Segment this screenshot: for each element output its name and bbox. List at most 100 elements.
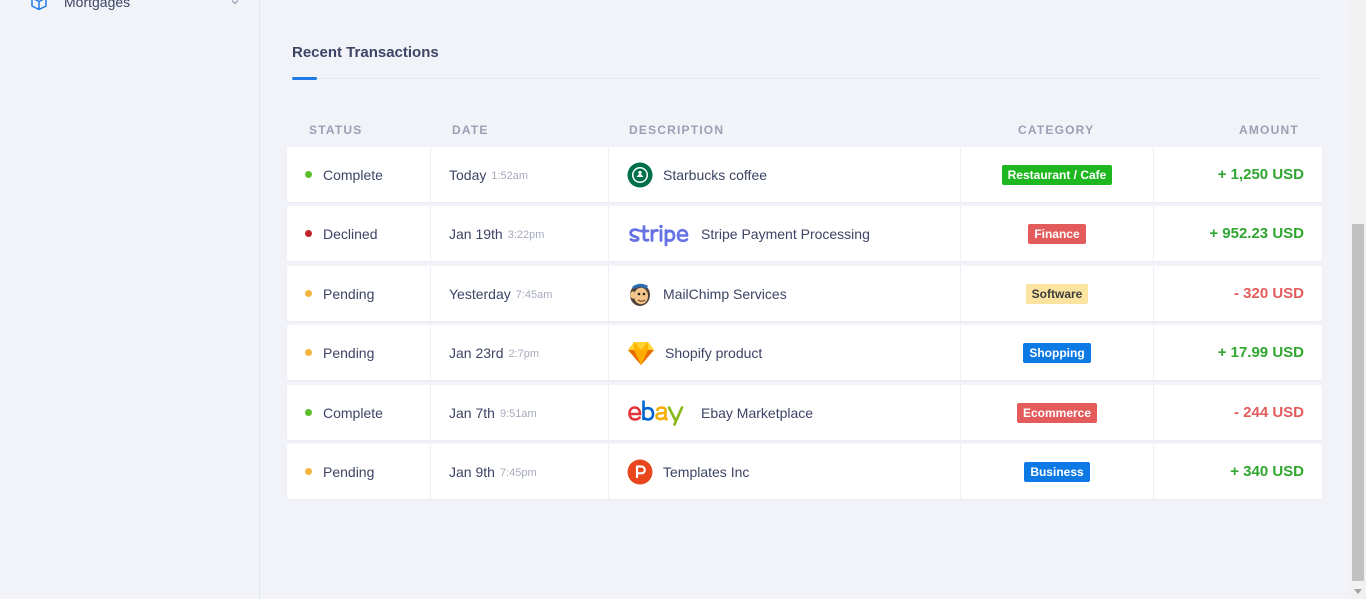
category-cell: Business (961, 444, 1154, 499)
starbucks-logo-icon (627, 162, 653, 188)
date-text: Yesterday (449, 285, 511, 302)
scrollbar-thumb[interactable] (1352, 224, 1364, 581)
amount-cell: + 340 USD (1154, 444, 1322, 499)
main-content: Recent Transactions Status Date Descript… (261, 0, 1350, 599)
column-header-amount[interactable]: Amount (1239, 123, 1299, 137)
description-cell: Starbucks coffee (609, 147, 961, 202)
stripe-logo-icon (627, 221, 691, 247)
date-cell: Yesterday 7:45am (431, 266, 609, 321)
column-header-category[interactable]: Category (1018, 123, 1094, 137)
description-cell: Templates Inc (609, 444, 961, 499)
time-text: 1:52am (491, 169, 529, 182)
table-row[interactable]: Complete Today 1:52am Starbucks coffee R… (287, 147, 1322, 202)
status-text: Pending (323, 285, 375, 302)
table-header: Status Date Description Category Amount (287, 123, 1322, 139)
amount-text: + 340 USD (1230, 463, 1304, 480)
amount-cell: - 320 USD (1154, 266, 1322, 321)
sketch-logo-icon (627, 340, 655, 366)
description-cell: Ebay Marketplace (609, 385, 961, 440)
description-cell: Stripe Payment Processing (609, 206, 961, 261)
chevron-down-icon (230, 0, 240, 7)
description-text: Starbucks coffee (663, 166, 768, 183)
ebay-logo-icon (627, 399, 691, 427)
date-text: Jan 19th (449, 225, 503, 242)
amount-text: - 244 USD (1233, 404, 1304, 421)
status-text: Declined (323, 225, 378, 242)
time-text: 2:7pm (508, 347, 540, 360)
table-row[interactable]: Pending Yesterday 7:45am MailChimp Servi… (287, 266, 1322, 321)
table-row[interactable]: Complete Jan 7th 9:51am Ebay Marketplace (287, 385, 1322, 440)
status-text: Pending (323, 463, 375, 480)
time-text: 7:45pm (499, 466, 537, 479)
status-dot (305, 230, 312, 237)
date-cell: Jan 9th 7:45pm (431, 444, 609, 499)
status-dot (305, 468, 312, 475)
cube-icon (30, 0, 48, 11)
status-text: Pending (323, 344, 375, 361)
date-text: Jan 7th (449, 404, 495, 421)
status-dot (305, 171, 312, 178)
sidebar-item-label: Mortgages (64, 0, 131, 10)
title-underline (292, 77, 317, 80)
amount-cell: - 244 USD (1154, 385, 1322, 440)
category-badge: Restaurant / Cafe (1001, 164, 1113, 185)
amount-cell: + 952.23 USD (1154, 206, 1322, 261)
amount-text: + 17.99 USD (1217, 344, 1304, 361)
description-text: MailChimp Services (663, 285, 787, 302)
description-text: Ebay Marketplace (701, 404, 814, 421)
time-text: 3:22pm (507, 228, 545, 241)
status-text: Complete (323, 166, 383, 183)
date-text: Jan 23rd (449, 344, 504, 361)
table-row[interactable]: Pending Jan 23rd 2:7pm Shopify product S… (287, 325, 1322, 380)
description-cell: MailChimp Services (609, 266, 961, 321)
status-dot (305, 349, 312, 356)
category-badge: Software (1025, 283, 1089, 304)
description-text: Shopify product (665, 344, 763, 361)
status-cell: Pending (287, 266, 431, 321)
date-cell: Jan 23rd 2:7pm (431, 325, 609, 380)
category-badge: Business (1024, 461, 1090, 482)
time-text: 9:51am (499, 407, 537, 420)
description-cell: Shopify product (609, 325, 961, 380)
status-cell: Pending (287, 444, 431, 499)
category-cell: Shopping (961, 325, 1154, 380)
amount-cell: + 17.99 USD (1154, 325, 1322, 380)
status-cell: Pending (287, 325, 431, 380)
scroll-down-arrow-icon[interactable] (1354, 588, 1362, 596)
time-text: 7:45am (515, 288, 553, 301)
description-text: Stripe Payment Processing (701, 225, 870, 242)
category-badge: Ecommerce (1016, 402, 1098, 423)
producthunt-logo-icon (627, 459, 653, 485)
table-row[interactable]: Declined Jan 19th 3:22pm Stripe Payment … (287, 206, 1322, 261)
title-divider (292, 78, 1318, 79)
sidebar-item-mortgages[interactable]: Mortgages (30, 0, 240, 13)
status-text: Complete (323, 404, 383, 421)
date-cell: Today 1:52am (431, 147, 609, 202)
column-header-status[interactable]: Status (309, 123, 362, 137)
category-badge: Shopping (1023, 342, 1091, 363)
category-cell: Ecommerce (961, 385, 1154, 440)
date-text: Today (449, 166, 487, 183)
sidebar: Mortgages (0, 0, 260, 599)
amount-text: + 1,250 USD (1217, 166, 1304, 183)
status-cell: Declined (287, 206, 431, 261)
mailchimp-logo-icon (627, 281, 653, 307)
status-cell: Complete (287, 147, 431, 202)
table-row[interactable]: Pending Jan 9th 7:45pm Templates Inc Bus… (287, 444, 1322, 499)
status-dot (305, 409, 312, 416)
date-cell: Jan 7th 9:51am (431, 385, 609, 440)
column-header-date[interactable]: Date (452, 123, 489, 137)
column-header-description[interactable]: Description (629, 123, 724, 137)
status-dot (305, 290, 312, 297)
amount-text: - 320 USD (1233, 285, 1304, 302)
category-badge: Finance (1028, 223, 1086, 244)
section-title: Recent Transactions (292, 44, 439, 61)
category-cell: Restaurant / Cafe (961, 147, 1154, 202)
status-cell: Complete (287, 385, 431, 440)
date-text: Jan 9th (449, 463, 495, 480)
amount-text: + 952.23 USD (1209, 225, 1304, 242)
date-cell: Jan 19th 3:22pm (431, 206, 609, 261)
amount-cell: + 1,250 USD (1154, 147, 1322, 202)
description-text: Templates Inc (663, 463, 750, 480)
category-cell: Finance (961, 206, 1154, 261)
